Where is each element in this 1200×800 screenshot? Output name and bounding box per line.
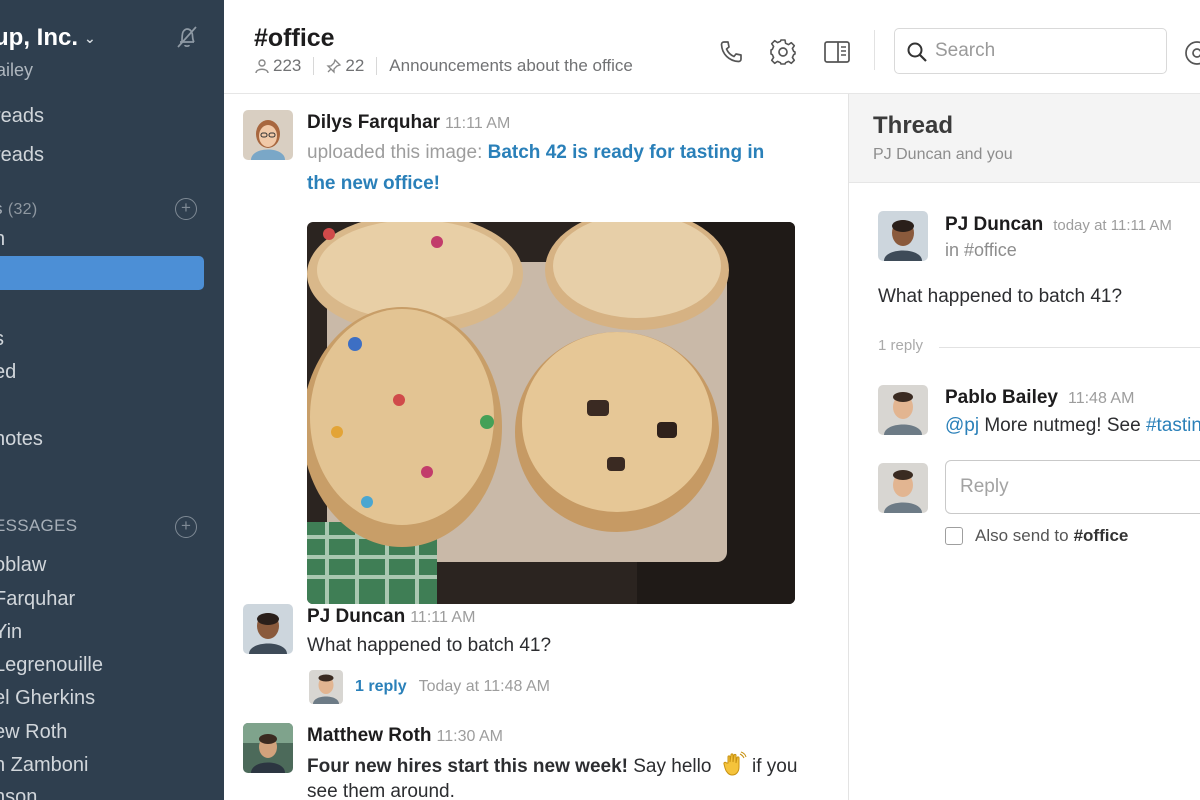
sidebar-dm-2[interactable]: Farquhar [0,588,75,611]
sidebar-item-threads[interactable]: reads [0,144,44,167]
thread-parent-time[interactable]: today at 11:11 AM [1053,217,1172,234]
uploaded-cookies-image[interactable] [307,222,795,604]
channel-header: #office 223 22 Announcements about the o… [224,0,1200,94]
thread-reply-count: 1 reply [878,337,924,354]
thread-title: Thread [873,112,954,139]
add-channel-icon[interactable]: + [175,198,197,220]
avatar [878,463,928,513]
thread-reply-author[interactable]: Pablo Bailey [945,387,1058,408]
current-user-name: ailey [0,60,34,80]
message-author[interactable]: PJ Duncan [307,606,405,627]
file-title-link[interactable]: Batch 42 is ready for tasting in [488,142,765,163]
pin-icon[interactable] [326,58,342,74]
mentions-icon[interactable] [1182,38,1200,68]
avatar[interactable] [243,604,293,654]
message-text: Four new hires start this new week! Say … [307,751,797,780]
header-divider [874,30,875,70]
reply-time: Today at 11:48 AM [418,678,550,695]
sidebar-dm-5[interactable]: el Gherkins [0,687,95,710]
message-text: What happened to batch 41? [307,635,552,656]
user-mention-link[interactable]: @pj [945,415,979,436]
avatar[interactable] [878,211,928,261]
upload-prefix: uploaded this image: [307,142,483,163]
message-text-continued: see them around. [307,781,455,800]
member-count[interactable]: 223 [273,56,301,76]
also-send-checkbox[interactable] [945,527,963,545]
add-direct-message-icon[interactable]: + [175,516,197,538]
chevron-down-icon: ⌄ [84,30,96,47]
message-list: Dilys Farquhar 11:11 AM uploaded this ima… [224,94,848,800]
search-input[interactable] [935,37,1155,65]
reply-avatar [309,670,343,704]
channel-topic[interactable]: Announcements about the office [389,56,633,76]
pinned-count[interactable]: 22 [345,56,364,76]
message-text-rest: Say hello [627,756,712,777]
channel-name[interactable]: #office [254,24,335,53]
members-icon[interactable] [254,58,270,74]
sidebar-dm-7[interactable]: n Zamboni [0,754,89,777]
details-panel-icon[interactable] [822,37,852,67]
thread-reply-time[interactable]: 11:48 AM [1068,390,1134,407]
search-box[interactable] [894,28,1167,74]
also-send-label: Also send to [975,526,1069,545]
thread-reply-summary[interactable]: 1 reply Today at 11:48 AM [309,670,550,704]
sidebar: up, Inc.⌄ ailey reads reads s (32) + n s… [0,0,224,800]
reply-composer[interactable] [945,460,1200,514]
sidebar-channel-4[interactable]: ed [0,361,16,384]
message-time[interactable]: 11:30 AM [437,728,503,745]
sidebar-dm-8[interactable]: nson [0,786,37,800]
reply-input[interactable] [960,474,1200,500]
sidebar-dm-1[interactable]: oblaw [0,554,46,577]
also-send-channel: #office [1073,526,1129,545]
sidebar-channel-3[interactable]: s [0,328,4,351]
thread-header: Thread PJ Duncan and you [849,94,1200,183]
avatar[interactable] [878,385,928,435]
thread-parent-author[interactable]: PJ Duncan [945,214,1043,235]
direct-messages-header[interactable]: ESSAGES [0,516,77,536]
message-text-bold: Four new hires start this new week! [307,756,628,777]
message-text-end: if you [746,756,798,777]
sidebar-dm-4[interactable]: Legrenouille [0,654,103,677]
team-name[interactable]: up, Inc. ⌄ [0,24,96,52]
sidebar-channel-1[interactable]: n [0,228,5,251]
file-title-link-continued[interactable]: the new office! [307,173,440,194]
sidebar-item-all-threads[interactable]: reads [0,105,44,128]
phone-icon[interactable] [716,37,746,67]
message-author[interactable]: Dilys Farquhar [307,112,440,133]
notifications-off-icon[interactable] [174,24,200,50]
channels-header[interactable]: s (32) [0,199,38,219]
also-send-option[interactable]: Also send to #office [945,526,1128,546]
channel-link[interactable]: #tasting [1146,415,1200,436]
avatar[interactable] [243,723,293,773]
thread-participants: PJ Duncan and you [873,146,1013,163]
sidebar-dm-3[interactable]: Yin [0,621,22,644]
search-icon [907,42,927,62]
thread-parent-channel[interactable]: in #office [945,240,1017,261]
channel-meta: 223 22 Announcements about the office [254,56,633,76]
thread-parent-text: What happened to batch 41? [878,286,1123,307]
message-time[interactable]: 11:11 AM [410,609,475,626]
message-author[interactable]: Matthew Roth [307,725,432,746]
sidebar-channel-active[interactable] [0,256,204,290]
thread-divider [939,347,1200,348]
sidebar-channel-5[interactable]: notes [0,428,43,451]
thread-panel: Thread PJ Duncan and you PJ Duncan today … [848,94,1200,800]
message-time[interactable]: 11:11 AM [445,115,510,132]
thread-reply-text: @pj More nutmeg! See #tasting [945,412,1200,439]
gear-icon[interactable] [768,37,798,67]
sidebar-dm-6[interactable]: ew Roth [0,721,67,744]
reply-count-link[interactable]: 1 reply [355,678,407,696]
wave-emoji-icon [723,751,747,776]
avatar[interactable] [243,110,293,160]
